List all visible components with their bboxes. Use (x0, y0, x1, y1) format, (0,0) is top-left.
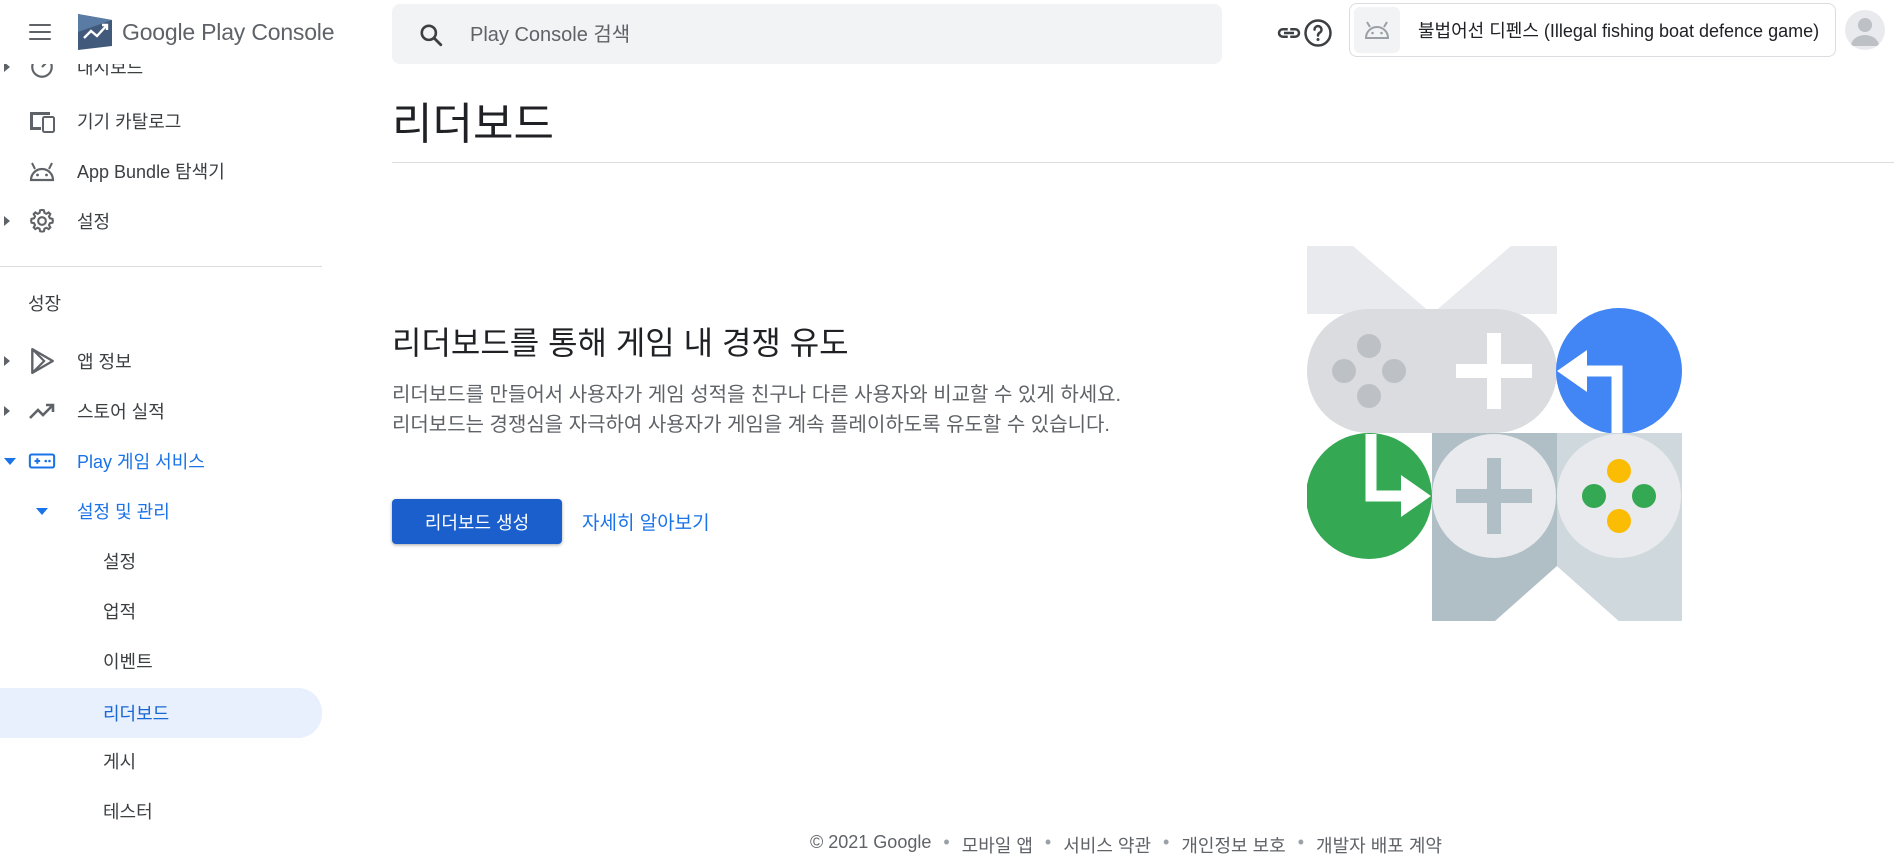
logo-console-text: Console (251, 18, 335, 45)
sidebar-item-app-info[interactable]: 앱 정보 (0, 338, 322, 384)
sidebar-item-label: 설정 (103, 552, 137, 572)
footer-link-mobile-app[interactable]: 모바일 앱 (962, 832, 1033, 858)
play-console-logo-icon (78, 14, 112, 50)
learn-more-link[interactable]: 자세히 알아보기 (582, 508, 710, 535)
sidebar-item-label: 리더보드 (103, 704, 170, 724)
help-icon (1304, 19, 1332, 47)
play-icon (28, 347, 56, 375)
sidebar-item-label: 이벤트 (103, 652, 153, 672)
sidebar-subitem-achievements[interactable]: 업적 (0, 588, 322, 634)
android-icon (28, 157, 56, 185)
sidebar-divider (0, 266, 322, 267)
promo-heading: 리더보드를 통해 게임 내 경쟁 유도 (392, 325, 849, 361)
app-name: 불법어선 디펜스 (Illegal fishing boat defence g… (1418, 21, 1820, 41)
sidebar-item-label: App Bundle 탐색기 (77, 162, 225, 182)
sidebar: 대시보드 기기 카탈로그 App Bundle 탐색기 설정 성장 앱 정보 스… (0, 64, 322, 849)
promo-description: 리더보드를 만들어서 사용자가 게임 성적을 친구나 다른 사용자와 비교할 수… (392, 384, 1122, 436)
footer: © 2021 Google • 모바일 앱 • 서비스 약관 • 개인정보 보호… (810, 832, 1442, 858)
footer-link-terms[interactable]: 서비스 약관 (1063, 832, 1151, 858)
android-app-icon (1354, 7, 1400, 53)
gamepad-icon (28, 447, 56, 475)
collapse-caret-icon (36, 507, 48, 515)
search-input[interactable] (468, 18, 1172, 52)
sidebar-item-settings[interactable]: 설정 (0, 198, 322, 244)
leaderboard-illustration (1307, 246, 1682, 621)
expand-caret-icon (4, 406, 10, 416)
expand-caret-icon (4, 216, 10, 226)
sidebar-item-label: 기기 카탈로그 (77, 112, 182, 132)
sidebar-item-store-performance[interactable]: 스토어 실적 (0, 388, 322, 434)
collapse-caret-icon (4, 457, 16, 465)
sidebar-item-label: 게시 (103, 752, 137, 772)
link-icon (1277, 28, 1301, 38)
account-avatar[interactable] (1845, 10, 1885, 50)
sidebar-item-label: 테스터 (103, 802, 153, 822)
sidebar-item-label: 앱 정보 (77, 352, 132, 372)
create-leaderboard-button[interactable]: 리더보드 생성 (392, 499, 562, 544)
main-menu-button[interactable] (26, 18, 54, 46)
footer-copyright: © 2021 Google (810, 832, 932, 852)
title-divider (392, 162, 1894, 163)
sidebar-item-setup-and-management[interactable]: 설정 및 관리 (0, 488, 322, 534)
dashboard-icon (28, 64, 56, 81)
sidebar-subitem-leaderboards[interactable]: 리더보드 (0, 688, 322, 738)
sidebar-item-label: 대시보드 (77, 64, 144, 78)
sidebar-item-app-bundle-explorer[interactable]: App Bundle 탐색기 (0, 148, 322, 194)
footer-link-privacy[interactable]: 개인정보 보호 (1181, 832, 1285, 858)
footer-link-developer-agreement[interactable]: 개발자 배포 계약 (1316, 832, 1442, 858)
expand-caret-icon (4, 356, 10, 366)
sidebar-item-play-games-services[interactable]: Play 게임 서비스 (0, 438, 322, 484)
search-bar[interactable] (392, 4, 1222, 64)
sidebar-subitem-settings[interactable]: 설정 (0, 538, 322, 584)
sidebar-subitem-publishing[interactable]: 게시 (0, 738, 322, 784)
logo-google-text: Google Play (122, 18, 246, 45)
device-catalog-icon (28, 107, 56, 135)
sidebar-item-label: Play 게임 서비스 (77, 452, 205, 472)
expand-caret-icon (4, 64, 10, 72)
sidebar-subitem-testers[interactable]: 테스터 (0, 788, 322, 834)
sidebar-item-dashboard[interactable]: 대시보드 (0, 64, 322, 90)
sidebar-subitem-events[interactable]: 이벤트 (0, 638, 322, 684)
search-icon (420, 24, 443, 47)
sidebar-item-label: 설정 (77, 212, 111, 232)
app-selector[interactable]: 불법어선 디펜스 (Illegal fishing boat defence g… (1349, 3, 1836, 57)
sidebar-item-label: 스토어 실적 (77, 402, 165, 422)
gear-icon (28, 207, 56, 235)
sidebar-item-label: 업적 (103, 602, 137, 622)
page-title: 리더보드 (392, 100, 554, 149)
trending-icon (28, 397, 56, 425)
sidebar-item-label: 설정 및 관리 (77, 502, 170, 522)
sidebar-item-device-catalog[interactable]: 기기 카탈로그 (0, 98, 322, 144)
play-console-logo[interactable]: Google Play Console (76, 12, 335, 52)
sidebar-section-title: 성장 (28, 294, 62, 314)
help-button[interactable] (1301, 16, 1335, 50)
user-avatar-icon (1851, 18, 1879, 46)
